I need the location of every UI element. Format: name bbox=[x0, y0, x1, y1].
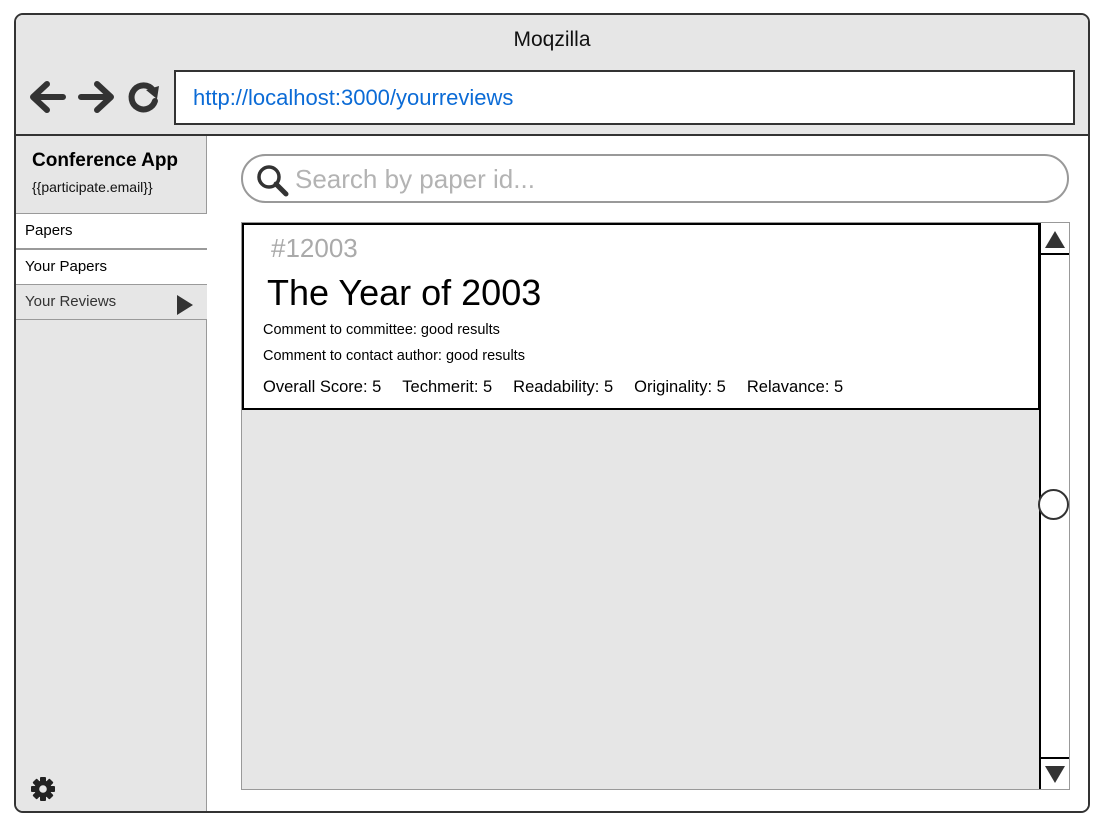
arrow-right-icon bbox=[78, 81, 114, 113]
comment-to-author: Comment to contact author: good results bbox=[263, 348, 525, 364]
techmerit-score: Techmerit: 5 bbox=[402, 378, 493, 396]
play-arrow-icon bbox=[177, 295, 193, 315]
search-icon bbox=[257, 165, 289, 197]
vertical-scrollbar[interactable] bbox=[1038, 223, 1069, 789]
sidebar-item-label: Your Reviews bbox=[25, 293, 117, 310]
scroll-thumb[interactable] bbox=[1038, 489, 1069, 520]
settings-button[interactable] bbox=[30, 776, 56, 802]
url-text: http://localhost:3000/yourreviews bbox=[193, 85, 514, 110]
sidebar-item-your-papers[interactable]: Your Papers bbox=[16, 249, 207, 285]
comment-to-committee: Comment to committee: good results bbox=[263, 322, 500, 338]
paper-title: The Year of 2003 bbox=[267, 272, 542, 313]
originality-score: Originality: 5 bbox=[634, 378, 726, 396]
search-input[interactable] bbox=[293, 162, 1053, 196]
user-email: {{participate.email}} bbox=[32, 179, 153, 195]
window-title: Moqzilla bbox=[513, 28, 591, 51]
triangle-down-icon bbox=[1045, 766, 1065, 783]
sidebar-item-your-reviews[interactable]: Your Reviews bbox=[16, 284, 207, 320]
browser-toolbar: Moqzilla http://localhost:3000/yourrevie… bbox=[16, 15, 1088, 136]
app-title: Conference App bbox=[32, 150, 179, 171]
search-box bbox=[241, 154, 1069, 203]
relavance-score: Relavance: 5 bbox=[746, 378, 844, 396]
score-row: Overall Score: 5 Techmerit: 5 Readabilit… bbox=[263, 378, 864, 397]
address-bar[interactable]: http://localhost:3000/yourreviews bbox=[174, 70, 1075, 125]
main-content: #12003 The Year of 2003 Comment to commi… bbox=[208, 136, 1088, 811]
sidebar-item-papers[interactable]: Papers bbox=[16, 213, 207, 249]
overall-score: Overall Score: 5 bbox=[263, 378, 382, 396]
arrow-left-icon bbox=[30, 81, 66, 113]
scroll-up-button[interactable] bbox=[1041, 223, 1069, 255]
gear-icon bbox=[31, 777, 55, 801]
sidebar: Conference App {{participate.email}} Pap… bbox=[16, 136, 207, 811]
reload-icon bbox=[128, 82, 159, 113]
sidebar-item-label: Papers bbox=[25, 222, 73, 239]
paper-id: #12003 bbox=[271, 233, 358, 263]
sidebar-item-label: Your Papers bbox=[25, 258, 108, 275]
review-card[interactable]: #12003 The Year of 2003 Comment to commi… bbox=[242, 223, 1040, 410]
scroll-down-button[interactable] bbox=[1041, 757, 1069, 789]
triangle-up-icon bbox=[1045, 231, 1065, 248]
review-list: #12003 The Year of 2003 Comment to commi… bbox=[241, 222, 1070, 790]
reload-button[interactable] bbox=[124, 77, 164, 117]
forward-button[interactable] bbox=[76, 77, 116, 117]
browser-window: Moqzilla http://localhost:3000/yourrevie… bbox=[14, 13, 1090, 813]
readability-score: Readability: 5 bbox=[513, 378, 614, 396]
back-button[interactable] bbox=[28, 77, 68, 117]
